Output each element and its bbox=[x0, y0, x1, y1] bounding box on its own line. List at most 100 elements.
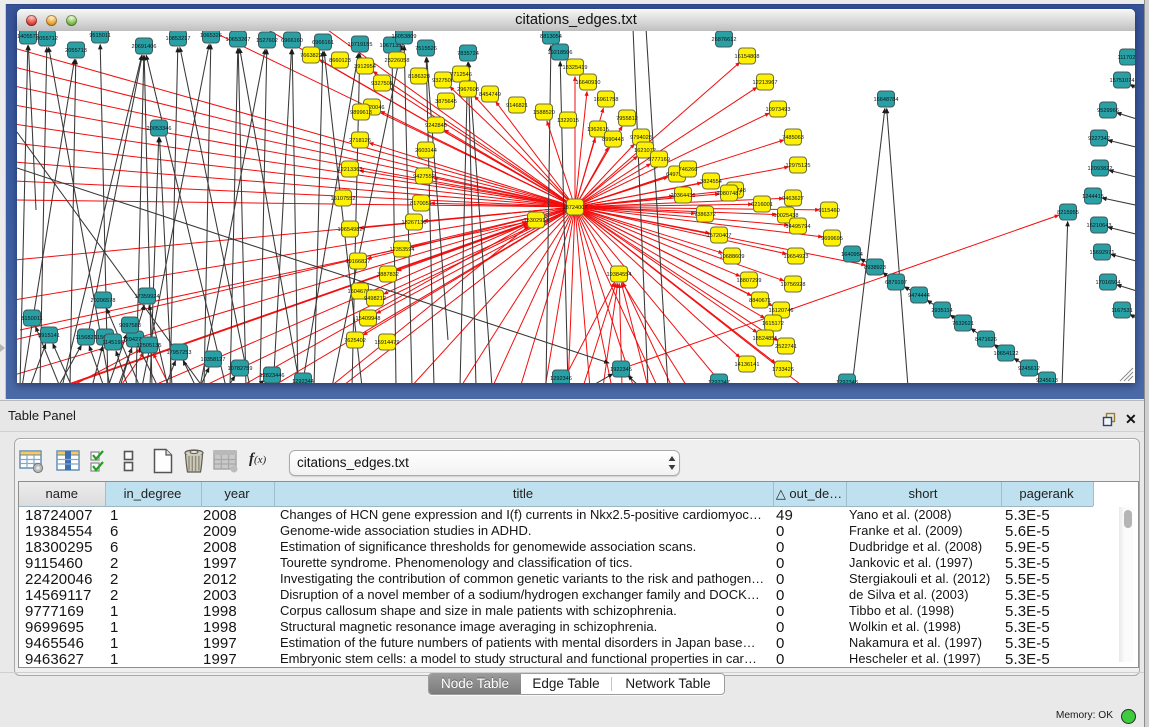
svg-text:10719155: 10719155 bbox=[348, 42, 373, 48]
svg-text:6966160: 6966160 bbox=[281, 38, 303, 44]
svg-text:2718126: 2718126 bbox=[349, 138, 371, 144]
svg-text:8660123: 8660123 bbox=[329, 58, 351, 64]
svg-text:17359924: 17359924 bbox=[135, 294, 160, 300]
svg-text:19218506: 19218506 bbox=[548, 50, 573, 56]
svg-text:1244415: 1244415 bbox=[1082, 194, 1104, 200]
svg-text:9327506: 9327506 bbox=[432, 78, 454, 84]
svg-text:3887832: 3887832 bbox=[377, 272, 399, 278]
svg-text:15751074: 15751074 bbox=[1110, 78, 1135, 84]
svg-text:17957253: 17957253 bbox=[167, 350, 192, 356]
svg-text:7625402: 7625402 bbox=[344, 338, 366, 344]
svg-text:1733426: 1733426 bbox=[772, 367, 794, 373]
svg-text:1922345: 1922345 bbox=[610, 367, 632, 373]
svg-text:2055713: 2055713 bbox=[65, 48, 87, 54]
svg-text:1117021: 1117021 bbox=[1118, 55, 1135, 61]
svg-text:12213967: 12213967 bbox=[753, 80, 778, 86]
svg-text:9529966: 9529966 bbox=[1097, 108, 1119, 114]
svg-text:7712546: 7712546 bbox=[450, 72, 472, 78]
svg-text:9327505: 9327505 bbox=[371, 81, 393, 87]
svg-text:16107552: 16107552 bbox=[331, 196, 356, 202]
svg-text:1292344: 1292344 bbox=[292, 379, 314, 383]
svg-text:15914479: 15914479 bbox=[375, 340, 400, 346]
svg-text:8471626: 8471626 bbox=[975, 337, 997, 343]
svg-text:8170051: 8170051 bbox=[410, 201, 432, 207]
svg-text:3824554: 3824554 bbox=[700, 179, 722, 185]
svg-text:10688609: 10688609 bbox=[720, 254, 745, 260]
svg-text:1588520: 1588520 bbox=[533, 110, 555, 116]
svg-text:8990443: 8990443 bbox=[602, 137, 624, 143]
svg-text:20206578: 20206578 bbox=[91, 298, 116, 304]
svg-text:1292346: 1292346 bbox=[550, 376, 572, 382]
svg-text:15409948: 15409948 bbox=[356, 316, 381, 322]
svg-text:7955812: 7955812 bbox=[616, 116, 638, 122]
svg-text:14136141: 14136141 bbox=[735, 362, 760, 368]
svg-text:10973493: 10973493 bbox=[766, 107, 791, 113]
svg-text:7515526: 7515526 bbox=[415, 46, 437, 52]
svg-text:12353594: 12353594 bbox=[390, 247, 415, 253]
svg-text:12213363: 12213363 bbox=[338, 167, 363, 173]
svg-text:18524851: 18524851 bbox=[753, 336, 778, 342]
svg-text:18325419: 18325419 bbox=[563, 65, 588, 71]
svg-text:1292347: 1292347 bbox=[708, 380, 730, 383]
svg-text:1322015: 1322015 bbox=[557, 118, 579, 124]
svg-text:18807299: 18807299 bbox=[737, 278, 762, 284]
svg-text:23226058: 23226058 bbox=[385, 58, 410, 64]
svg-text:1167531: 1167531 bbox=[1111, 308, 1132, 314]
svg-text:19384554: 19384554 bbox=[607, 272, 632, 278]
svg-text:9245613: 9245613 bbox=[1036, 378, 1058, 383]
svg-text:1640954: 1640954 bbox=[841, 252, 863, 258]
svg-text:9427552: 9427552 bbox=[413, 174, 435, 180]
svg-text:9794028: 9794028 bbox=[630, 135, 652, 141]
svg-text:1292348: 1292348 bbox=[836, 380, 858, 383]
svg-text:9899613: 9899613 bbox=[350, 110, 372, 116]
svg-text:19654923: 19654923 bbox=[784, 254, 809, 260]
svg-text:9115460: 9115460 bbox=[818, 208, 839, 214]
svg-text:2055712: 2055712 bbox=[36, 36, 58, 42]
svg-text:8454749: 8454749 bbox=[479, 92, 501, 98]
svg-text:7835724: 7835724 bbox=[457, 51, 479, 57]
svg-text:26876612: 26876612 bbox=[712, 37, 737, 43]
svg-text:8813054: 8813054 bbox=[540, 34, 562, 40]
svg-text:9245612: 9245612 bbox=[1018, 366, 1040, 372]
svg-text:12823446: 12823446 bbox=[260, 373, 285, 379]
svg-text:1615172: 1615172 bbox=[762, 321, 784, 327]
svg-text:2522741: 2522741 bbox=[775, 344, 797, 350]
svg-text:9498212: 9498212 bbox=[364, 296, 386, 302]
svg-text:7632621: 7632621 bbox=[952, 321, 974, 327]
svg-text:8215955: 8215955 bbox=[1057, 210, 1079, 216]
svg-text:19654982: 19654982 bbox=[338, 227, 363, 233]
svg-text:3875645: 3875645 bbox=[435, 99, 457, 105]
svg-text:16120746: 16120746 bbox=[769, 308, 794, 314]
svg-text:19756928: 19756928 bbox=[781, 282, 806, 288]
svg-text:9463627: 9463627 bbox=[782, 196, 804, 202]
svg-text:7485063: 7485063 bbox=[782, 135, 804, 141]
svg-text:9699695: 9699695 bbox=[821, 236, 843, 242]
svg-text:20053346: 20053346 bbox=[147, 126, 172, 132]
svg-text:16053809: 16053809 bbox=[392, 34, 417, 40]
svg-text:2935114: 2935114 bbox=[931, 308, 952, 314]
svg-text:16648784: 16648784 bbox=[874, 97, 899, 103]
svg-text:9777169: 9777169 bbox=[648, 157, 670, 163]
svg-text:10358127: 10358127 bbox=[201, 357, 226, 363]
svg-text:19166827: 19166827 bbox=[346, 259, 371, 265]
svg-text:6966161: 6966161 bbox=[312, 40, 334, 46]
svg-text:15692971: 15692971 bbox=[1090, 250, 1115, 256]
svg-text:2967608: 2967608 bbox=[457, 87, 479, 93]
svg-text:18724007: 18724007 bbox=[563, 205, 588, 211]
svg-text:20691406: 20691406 bbox=[132, 44, 157, 50]
svg-text:9227342: 9227342 bbox=[1088, 136, 1110, 142]
svg-text:3912954: 3912954 bbox=[354, 64, 376, 70]
svg-text:15720407: 15720407 bbox=[707, 233, 732, 239]
svg-text:20364436: 20364436 bbox=[671, 193, 696, 199]
svg-text:16961758: 16961758 bbox=[594, 97, 619, 103]
svg-text:12975125: 12975125 bbox=[786, 163, 811, 169]
svg-text:10807487: 10807487 bbox=[717, 191, 742, 197]
svg-text:10654122: 10654122 bbox=[994, 351, 1019, 357]
svg-text:9515011: 9515011 bbox=[89, 33, 110, 39]
svg-text:7386372: 7386372 bbox=[694, 212, 716, 218]
svg-text:16154808: 16154808 bbox=[735, 54, 760, 60]
svg-text:9146821: 9146821 bbox=[506, 103, 528, 109]
svg-text:16640910: 16640910 bbox=[576, 80, 601, 86]
svg-text:6879197: 6879197 bbox=[885, 280, 907, 286]
svg-text:8150011: 8150011 bbox=[21, 316, 42, 322]
